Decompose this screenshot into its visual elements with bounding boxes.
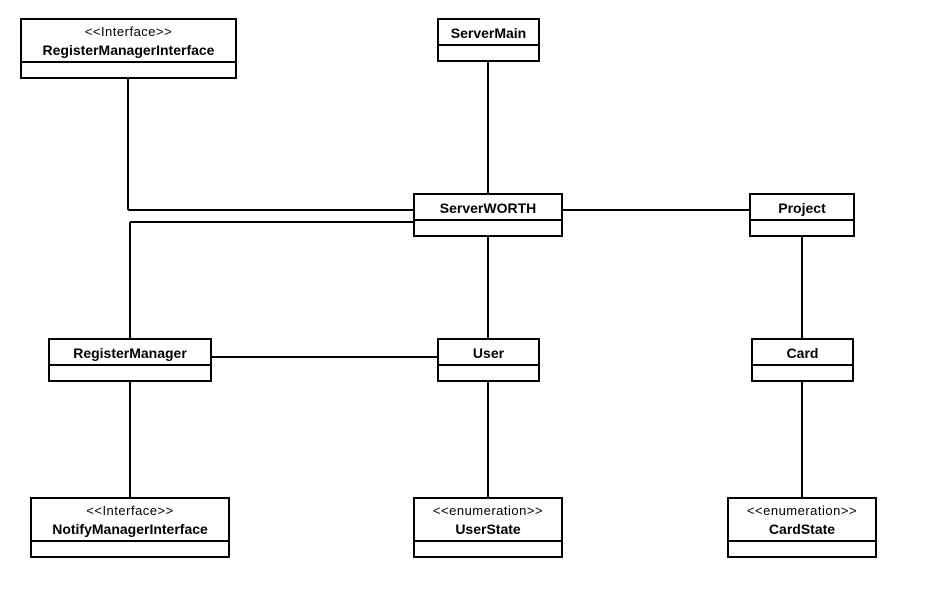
class-card: Card <box>751 338 854 382</box>
class-notify-manager-interface: <<Interface>> NotifyManagerInterface <box>30 497 230 558</box>
class-name: NotifyManagerInterface <box>40 520 220 538</box>
class-name: RegisterManagerInterface <box>30 41 227 59</box>
stereotype-label: <<enumeration>> <box>737 503 867 520</box>
class-compartment <box>439 364 538 380</box>
class-name: User <box>447 344 530 362</box>
class-name: RegisterManager <box>58 344 202 362</box>
class-compartment <box>439 44 538 60</box>
class-compartment <box>753 364 852 380</box>
class-user-state: <<enumeration>> UserState <box>413 497 563 558</box>
class-server-worth: ServerWORTH <box>413 193 563 237</box>
stereotype-label: <<enumeration>> <box>423 503 553 520</box>
class-name: Project <box>759 199 845 217</box>
class-register-manager-interface: <<Interface>> RegisterManagerInterface <box>20 18 237 79</box>
class-name: CardState <box>737 520 867 538</box>
class-register-manager: RegisterManager <box>48 338 212 382</box>
class-name: ServerWORTH <box>423 199 553 217</box>
class-card-state: <<enumeration>> CardState <box>727 497 877 558</box>
stereotype-label: <<Interface>> <box>30 24 227 41</box>
class-project: Project <box>749 193 855 237</box>
class-compartment <box>729 540 875 556</box>
stereotype-label: <<Interface>> <box>40 503 220 520</box>
class-name: Card <box>761 344 844 362</box>
class-user: User <box>437 338 540 382</box>
class-compartment <box>415 540 561 556</box>
class-name: UserState <box>423 520 553 538</box>
class-name: ServerMain <box>447 24 530 42</box>
class-compartment <box>22 61 235 77</box>
class-compartment <box>32 540 228 556</box>
class-server-main: ServerMain <box>437 18 540 62</box>
class-compartment <box>751 219 853 235</box>
class-compartment <box>50 364 210 380</box>
diagram-canvas: <<Interface>> RegisterManagerInterface S… <box>0 0 932 589</box>
class-compartment <box>415 219 561 235</box>
